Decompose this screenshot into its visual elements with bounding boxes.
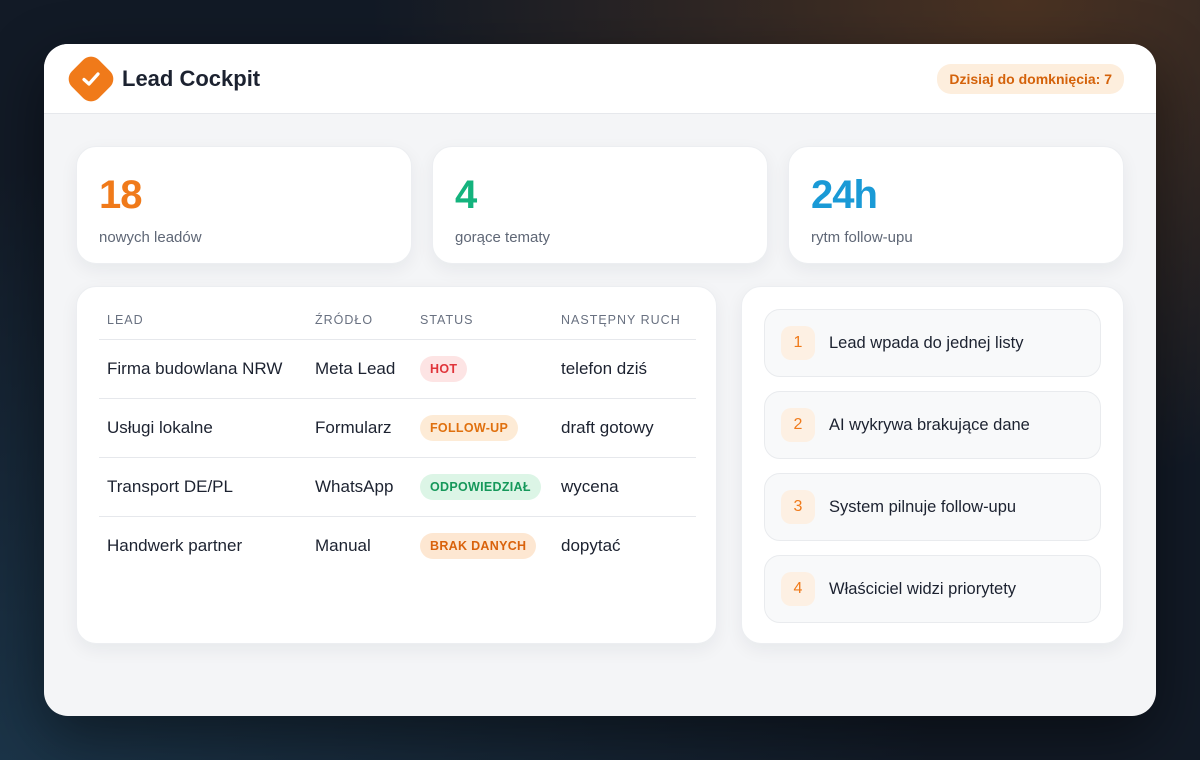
- lead-name: Handwerk partner: [107, 536, 243, 556]
- process-step[interactable]: 1 Lead wpada do jednej listy: [764, 309, 1101, 377]
- stat-label: nowych leadów: [99, 229, 202, 246]
- column-header-lead[interactable]: LEAD: [99, 313, 307, 340]
- leads-table-card: LEAD ŹRÓDŁO STATUS NASTĘPNY RUCH Firma b…: [76, 286, 717, 644]
- status-badge: FOLLOW-UP: [420, 415, 519, 441]
- lead-source: WhatsApp: [307, 457, 412, 517]
- stat-value: 4: [455, 173, 477, 217]
- step-text: Lead wpada do jednej listy: [829, 333, 1024, 352]
- step-text: AI wykrywa brakujące dane: [829, 415, 1030, 434]
- process-step[interactable]: 2 AI wykrywa brakujące dane: [764, 391, 1101, 459]
- table-row[interactable]: Handwerk partner Manual BRAK DANYCH dopy…: [99, 517, 696, 576]
- step-number: 2: [781, 408, 815, 442]
- step-text: System pilnuje follow-upu: [829, 497, 1017, 516]
- next-action: dopytać: [561, 536, 621, 556]
- app-window: Lead Cockpit Dzisiaj do domknięcia: 7 18…: [44, 44, 1156, 716]
- step-text: Właściciel widzi priorytety: [829, 579, 1017, 598]
- status-badge: BRAK DANYCH: [420, 533, 537, 560]
- lead-source: Formularz: [307, 398, 412, 458]
- step-number: 3: [781, 490, 815, 524]
- column-header-status[interactable]: STATUS: [412, 313, 553, 340]
- next-action: telefon dziś: [553, 339, 696, 399]
- table-row[interactable]: Transport DE/PL WhatsApp ODPOWIEDZIAŁ wy…: [99, 457, 696, 517]
- table-header-row: LEAD ŹRÓDŁO STATUS NASTĘPNY RUCH: [99, 313, 696, 340]
- lead-name: Transport DE/PL: [99, 457, 307, 517]
- lead-source: Meta Lead: [307, 339, 412, 399]
- stat-card-followup-rhythm[interactable]: 24h rytm follow-upu: [788, 146, 1124, 264]
- next-action: draft gotowy: [553, 398, 696, 458]
- process-step[interactable]: 4 Właściciel widzi priorytety: [764, 555, 1101, 623]
- stat-card-hot-topics[interactable]: 4 gorące tematy: [432, 146, 768, 264]
- status-cell: FOLLOW-UP: [412, 398, 553, 458]
- lead-name: Usługi lokalne: [99, 398, 307, 458]
- process-step[interactable]: 3 System pilnuje follow-upu: [764, 473, 1101, 541]
- leads-table: LEAD ŹRÓDŁO STATUS NASTĘPNY RUCH Firma b…: [99, 313, 696, 576]
- today-close-badge: Dzisiaj do domknięcia: 7: [937, 63, 1124, 94]
- column-header-next-action[interactable]: NASTĘPNY RUCH: [553, 313, 696, 340]
- status-cell: ODPOWIEDZIAŁ: [412, 457, 553, 517]
- check-icon: [64, 51, 118, 106]
- table-row[interactable]: Firma budowlana NRW Meta Lead HOT telefo…: [99, 339, 696, 399]
- stat-label: rytm follow-upu: [811, 229, 913, 246]
- table-row[interactable]: Usługi lokalne Formularz FOLLOW-UP draft…: [99, 398, 696, 458]
- status-badge: HOT: [420, 356, 468, 382]
- next-action: wycena: [553, 457, 696, 517]
- stat-value: 18: [99, 173, 143, 217]
- status-badge: ODPOWIEDZIAŁ: [420, 474, 541, 500]
- stats-row: 18 nowych leadów 4 gorące tematy 24h ryt…: [76, 146, 1124, 264]
- step-number: 1: [781, 326, 815, 360]
- process-steps-card: 1 Lead wpada do jednej listy 2 AI wykryw…: [741, 286, 1124, 644]
- app-title: Lead Cockpit: [122, 65, 261, 91]
- column-header-source[interactable]: ŹRÓDŁO: [307, 313, 412, 340]
- top-bar: Lead Cockpit Dzisiaj do domknięcia: 7: [44, 44, 1156, 114]
- stat-card-new-leads[interactable]: 18 nowych leadów: [76, 146, 412, 264]
- lead-name: Firma budowlana NRW: [99, 339, 307, 399]
- stat-label: gorące tematy: [455, 229, 551, 246]
- stat-value: 24h: [811, 173, 878, 217]
- status-cell: BRAK DANYCH: [412, 517, 553, 576]
- step-number: 4: [781, 572, 815, 606]
- brand[interactable]: Lead Cockpit: [64, 51, 261, 106]
- status-cell: HOT: [412, 339, 553, 399]
- lead-source: Manual: [315, 536, 371, 556]
